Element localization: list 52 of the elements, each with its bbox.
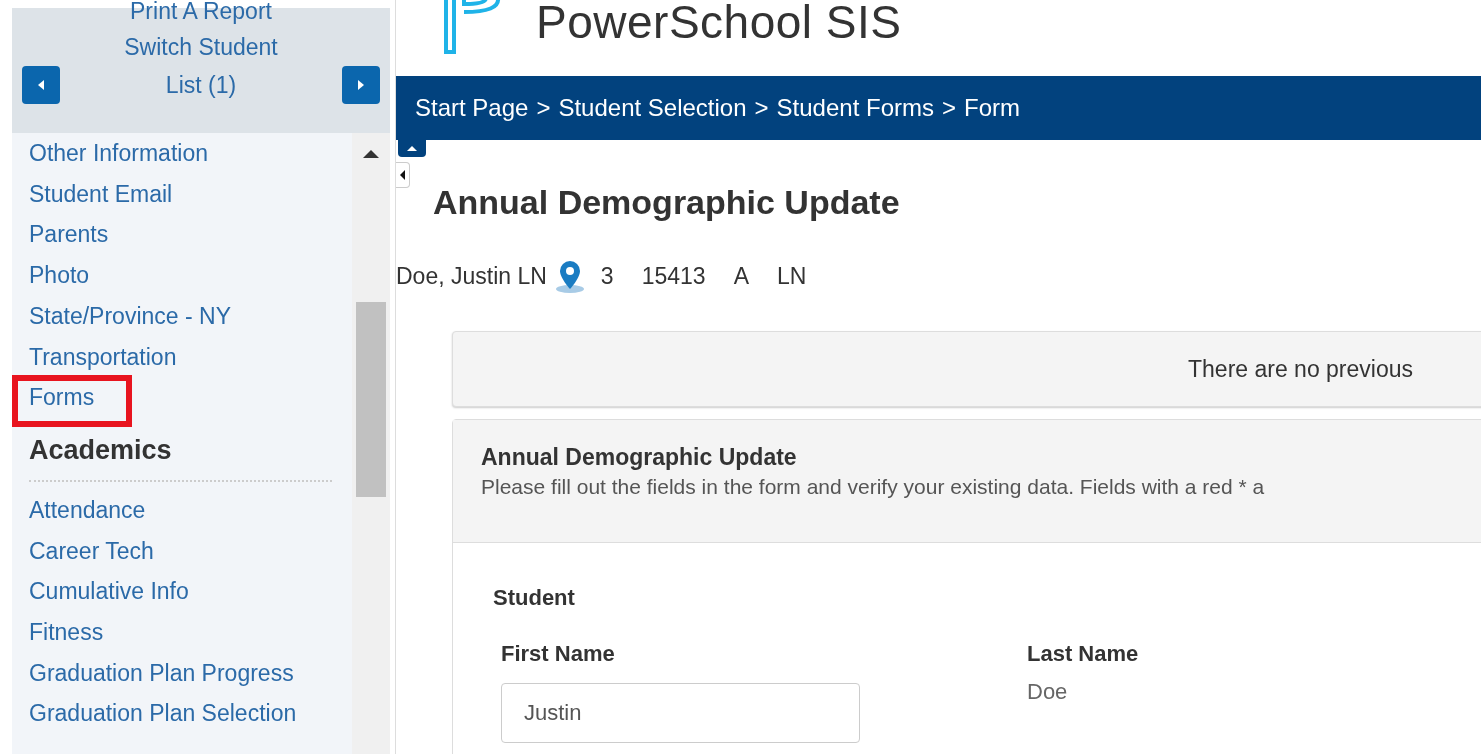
next-button[interactable] <box>342 66 380 104</box>
up-triangle-icon <box>406 145 418 152</box>
collapse-tab[interactable] <box>396 162 410 188</box>
scroll-up-icon[interactable] <box>362 149 380 159</box>
student-field: 15413 <box>641 262 706 290</box>
sidebar-link[interactable]: Fitness <box>29 612 104 653</box>
sidebar-link[interactable]: Photo <box>29 262 90 289</box>
student-name: Doe, Justin LN <box>396 262 547 290</box>
student-field: 3 <box>600 262 614 290</box>
breadcrumb-link[interactable]: Start Page <box>415 94 529 122</box>
input-field[interactable]: Justin <box>501 683 860 743</box>
sidebar-link[interactable]: Attendance <box>29 489 146 531</box>
breadcrumb-separator: > <box>754 94 769 122</box>
sidebar-link[interactable]: Transportation <box>29 343 177 370</box>
left-triangle-icon <box>399 170 406 180</box>
sidebar-link[interactable]: Cumulative Info <box>29 571 189 613</box>
logo-icon <box>442 0 502 54</box>
scroll-thumb[interactable] <box>356 302 386 497</box>
previous-button[interactable] <box>22 66 60 104</box>
sidebar-link[interactable]: List (1) <box>165 66 237 104</box>
sidebar-link[interactable]: Graduation Plan Selection <box>29 693 297 735</box>
product-name: PowerSchool SIS <box>536 0 902 50</box>
sidebar-link[interactable]: Graduation Plan Progress <box>29 652 294 694</box>
notice-text: There are no previous <box>1188 355 1413 383</box>
sidebar-link[interactable]: Other Information <box>29 140 208 166</box>
sidebar-link[interactable]: Parents <box>29 221 109 248</box>
breadcrumb-link[interactable]: Student Forms <box>776 94 934 122</box>
section-label: Student <box>493 585 576 611</box>
breadcrumb-link[interactable]: Student Selection <box>558 94 747 122</box>
left-triangle-icon <box>36 79 46 91</box>
map-pin-icon[interactable] <box>554 259 585 293</box>
sidebar-link[interactable]: Print A Report <box>130 0 272 28</box>
sidebar-link[interactable]: Forms <box>29 384 95 411</box>
field-value: Doe <box>1027 679 1069 705</box>
page-title: Annual Demographic Update <box>433 182 901 222</box>
scrollbar[interactable] <box>352 133 390 754</box>
section-heading: Academics <box>29 433 172 467</box>
sidebar-link[interactable]: Student Email <box>29 180 173 207</box>
right-triangle-icon <box>356 79 366 91</box>
breadcrumb-separator: > <box>942 94 956 122</box>
student-field: LN <box>776 262 807 290</box>
form-instructions: Please fill out the fields in the form and verify your existing data. Fields with a red * a <box>481 475 1266 499</box>
sidebar-link[interactable]: Switch Student <box>124 28 278 66</box>
collapse-tab[interactable] <box>398 140 426 157</box>
sidebar-link[interactable]: State/Province - NY <box>29 302 231 329</box>
form-title: Annual Demographic Update <box>481 444 798 471</box>
breadcrumb-separator: > <box>536 94 551 122</box>
sidebar-link[interactable]: Career Tech <box>29 530 154 572</box>
student-field: A <box>733 262 749 290</box>
field-label: Last Name <box>1027 641 1140 667</box>
breadcrumb-link[interactable]: Form <box>964 94 1020 122</box>
field-label: First Name <box>501 641 616 667</box>
